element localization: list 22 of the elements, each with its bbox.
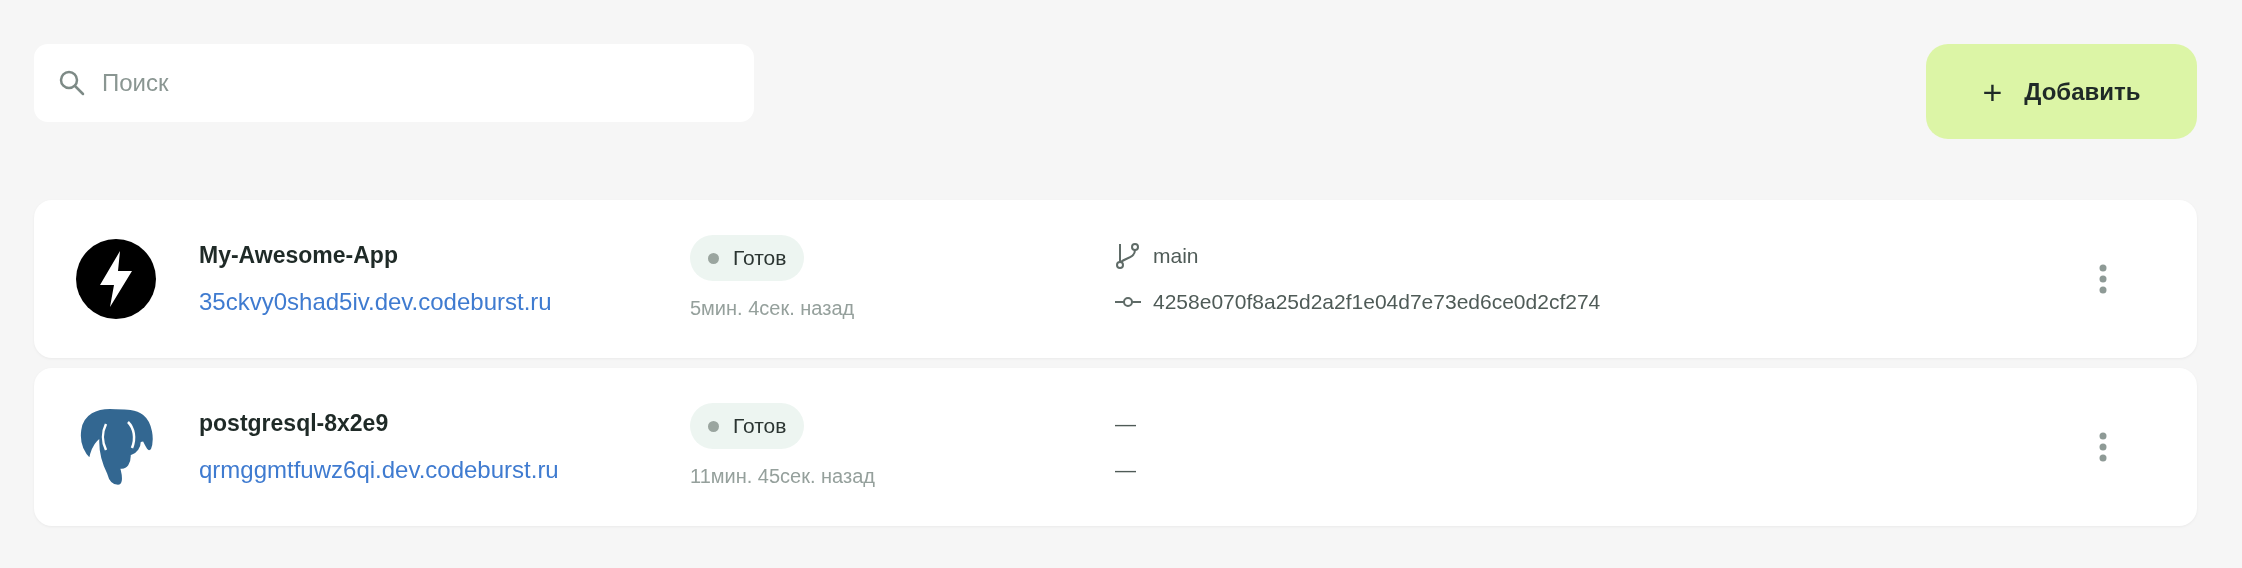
updated-time: 5мин. 4сек. назад	[690, 296, 855, 321]
add-button[interactable]: + Добавить	[1926, 44, 2197, 139]
service-name: My-Awesome-App	[199, 240, 398, 270]
status-badge: Готов	[690, 235, 805, 281]
commit-hash: 4258e070f8a25d2a2f1e04d7e73ed6ce0d2cf274	[1153, 289, 1601, 316]
more-icon	[2099, 432, 2107, 462]
commit-icon	[1115, 296, 1141, 308]
lightning-bolt-icon	[76, 239, 156, 319]
search-icon	[58, 69, 86, 97]
branch-name: —	[1115, 411, 1136, 438]
service-card[interactable]: postgresql-8x2e9 qrmggmtfuwz6qi.dev.codeburst.ru Готов 11мин. 45сек. назад — —	[34, 368, 2197, 526]
search-field[interactable]: Поиск	[34, 44, 754, 122]
domain-link[interactable]: 35ckvy0shad5iv.dev.codeburst.ru	[199, 284, 552, 321]
updated-time: 11мин. 45сек. назад	[690, 464, 875, 489]
branch-icon	[1115, 242, 1141, 270]
service-name: postgresql-8x2e9	[199, 408, 389, 438]
more-icon	[2099, 264, 2107, 294]
commit-hash: —	[1115, 457, 1136, 484]
service-card[interactable]: My-Awesome-App 35ckvy0shad5iv.dev.codeburst.ru Готов 5мин. 4сек. назад main 4258e070f8a25d2a2f1e04d7e73ed6ce0d2cf274	[34, 200, 2197, 358]
status-badge: Готов	[690, 403, 805, 449]
branch-name: main	[1153, 243, 1199, 270]
domain-link[interactable]: qrmggmtfuwz6qi.dev.codeburst.ru	[199, 452, 559, 489]
